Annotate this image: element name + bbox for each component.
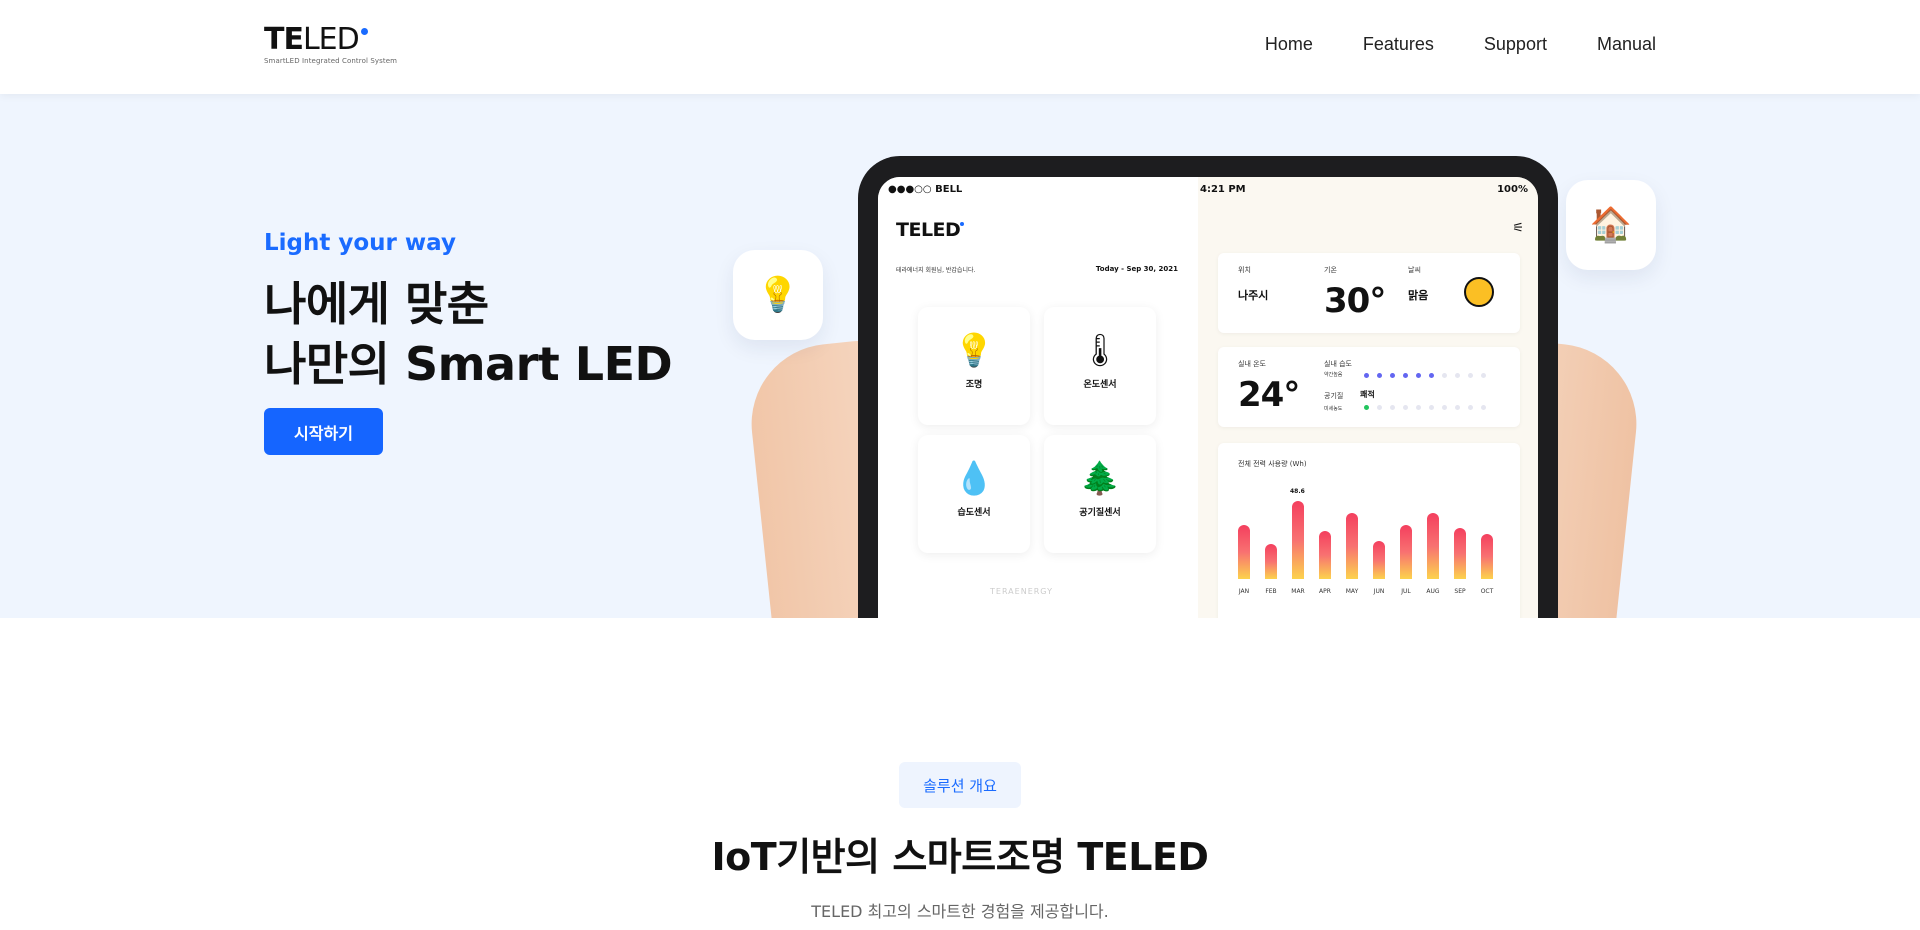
usage-bar (1238, 525, 1250, 579)
usage-bar (1427, 513, 1439, 579)
thermometer-icon: 🌡 (1079, 331, 1121, 369)
section-label: 솔루션 개요 (899, 762, 1021, 808)
usage-bar (1319, 531, 1331, 579)
bulb-icon: 💡 (954, 331, 994, 369)
settings-sliders-icon: ⚟ (1512, 221, 1524, 236)
footer-logo: TERAENERGY (990, 587, 1053, 596)
usage-bar (1346, 513, 1358, 579)
logo-dot-icon (360, 28, 368, 35)
month-label: FEB (1265, 588, 1277, 595)
nav-manual[interactable]: Manual (1597, 34, 1656, 55)
headline-line-1: 나에게 맞춘 (264, 277, 489, 331)
usage-bar-chart: JAN FEB MAR APR MAY JUN JUL AUG SEP OCT 48.6 (1238, 488, 1500, 595)
humidity-dots (1364, 373, 1486, 378)
usage-bar (1292, 501, 1304, 579)
month-label: APR (1319, 588, 1331, 595)
month-label: SEP (1454, 588, 1466, 595)
month-label: JUN (1373, 588, 1385, 595)
usage-bar (1400, 525, 1412, 579)
section-subtitle: TELED 최고의 스마트한 경험을 제공합니다. (811, 902, 1109, 921)
month-label: JUL (1401, 588, 1411, 595)
outdoor-temp: 30° (1324, 281, 1386, 321)
tile-lighting: 💡 조명 (918, 307, 1030, 425)
sun-icon (1464, 277, 1494, 307)
usage-bar (1373, 541, 1385, 579)
hero-tagline: Light your way (264, 230, 456, 256)
power-usage-card: 전체 전력 사용량 (Wh) JAN FEB MAR APR MAY JUN JUL AUG S… (1218, 443, 1520, 618)
tile-temperature: 🌡 온도센서 (1044, 307, 1156, 425)
hero-headline: 나에게 맞춘 나만의 Smart LED (264, 274, 673, 394)
weather-card: 위치 나주시 기온 30° 날씨 맑음 (1218, 253, 1520, 333)
brand-logo[interactable]: TELED SmartLED Integrated Control System (264, 24, 398, 66)
tablet-mockup: TELED 테라에너지 회원님, 반갑습니다. Today - Sep 30, … (858, 156, 1558, 618)
bulb-badge-icon: 💡 (733, 250, 823, 340)
nav-home[interactable]: Home (1265, 34, 1313, 55)
month-label: AUG (1426, 588, 1440, 595)
indoor-temp: 24° (1238, 375, 1300, 415)
usage-bar (1265, 544, 1277, 579)
month-label: OCT (1480, 588, 1494, 595)
usage-bar (1454, 528, 1466, 579)
logo-wordmark: TELED (264, 24, 397, 56)
usage-bar (1481, 534, 1493, 579)
main-menu: Home Features Support Manual (1265, 34, 1656, 55)
month-label: MAY (1345, 588, 1359, 595)
home-badge-icon: 🏠 (1566, 180, 1656, 270)
section-title: IoT기반의 스마트조명 TELED (711, 835, 1209, 879)
logo-subtitle: SmartLED Integrated Control System (264, 57, 398, 65)
indoor-card: 실내 온도 24° 실내 습도 약간높음 공기질 쾌적 미세농도 (1218, 347, 1520, 427)
droplet-icon: 💧 (954, 459, 994, 497)
app-logo: TELED (896, 219, 965, 241)
app-date: Today - Sep 30, 2021 (1095, 265, 1178, 273)
air-quality-dots (1364, 405, 1486, 410)
headline-line-2: 나만의 Smart LED (264, 337, 673, 391)
tree-icon: 🌲 (1080, 459, 1120, 497)
hero-section: Light your way 나에게 맞춘 나만의 Smart LED 시작하기… (0, 94, 1920, 618)
nav-features[interactable]: Features (1363, 34, 1434, 55)
get-started-button[interactable]: 시작하기 (264, 408, 383, 455)
month-label: MAR (1291, 588, 1305, 595)
peak-value-label: 48.6 (1290, 488, 1305, 495)
tile-humidity: 💧 습도센서 (918, 435, 1030, 553)
nav-support[interactable]: Support (1484, 34, 1547, 55)
device-status-bar: ●●●○○ BELL 4:21 PM 100% (888, 184, 1528, 195)
app-greeting: 테라에너지 회원님, 반갑습니다. (896, 267, 976, 274)
month-label: JAN (1238, 588, 1250, 595)
tile-air-quality: 🌲 공기질센서 (1044, 435, 1156, 553)
top-navigation: TELED SmartLED Integrated Control System… (0, 0, 1920, 94)
tablet-screen: TELED 테라에너지 회원님, 반갑습니다. Today - Sep 30, … (878, 177, 1538, 618)
